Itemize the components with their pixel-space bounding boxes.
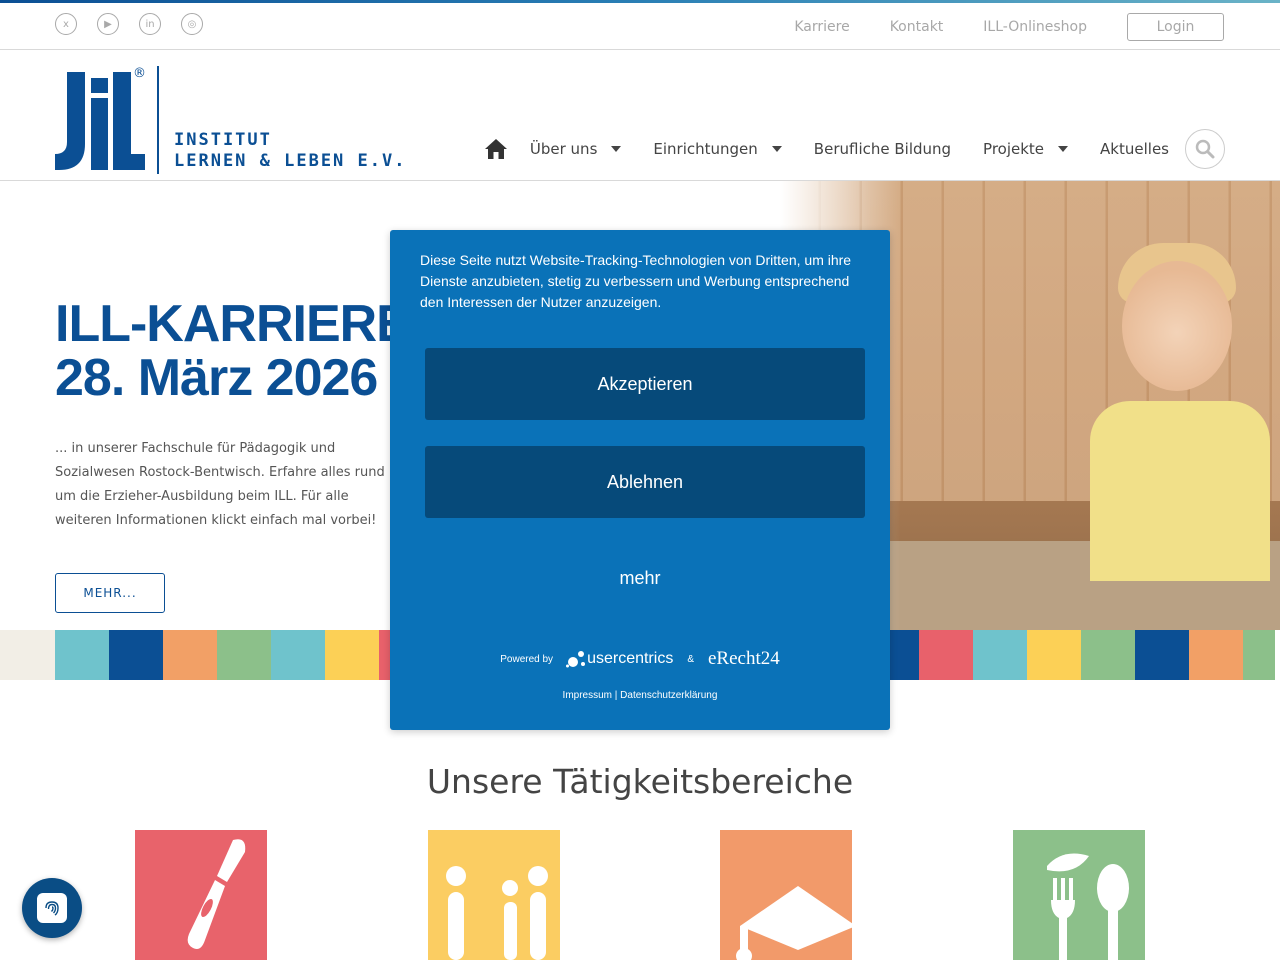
strip-square (1189, 630, 1243, 680)
privacy-settings-button[interactable] (22, 878, 82, 938)
strip-square (163, 630, 217, 680)
utility-bar: x ▶ in ◎ Karriere Kontakt ILL-Onlineshop… (0, 3, 1280, 50)
tile-family[interactable] (428, 830, 560, 960)
tile-nutrition[interactable] (1013, 830, 1145, 960)
hero-more-button[interactable]: MEHR... (55, 573, 165, 613)
nav-item-label: Projekte (983, 140, 1045, 158)
strip-square (1027, 630, 1081, 680)
erecht24-logo[interactable]: eRecht24 (708, 648, 780, 670)
nav-item-label: Über uns (529, 140, 598, 158)
nav-item-berufliche-bildung[interactable]: Berufliche Bildung (814, 140, 951, 158)
cookie-consent-dialog: Diese Seite nutzt Website-Tracking-Techn… (390, 230, 890, 730)
chevron-down-icon (1058, 146, 1069, 152)
linkedin-icon[interactable]: in (139, 13, 161, 35)
strip-square (325, 630, 379, 680)
doodle-image (0, 630, 55, 680)
nav-item-aktuelles[interactable]: Aktuelles (1100, 140, 1169, 158)
more-link[interactable]: mehr (390, 568, 890, 589)
chevron-down-icon (611, 146, 622, 152)
strip-square (919, 630, 973, 680)
hero-image-child-face (1122, 261, 1232, 391)
link-karriere[interactable]: Karriere (794, 19, 849, 35)
usercentrics-icon (566, 651, 586, 668)
social-links: x ▶ in ◎ (55, 13, 203, 35)
section-title: Unsere Tätigkeitsbereiche (426, 762, 854, 801)
logo-mark: ® (55, 66, 150, 174)
fingerprint-icon (37, 893, 67, 923)
graduation-cap-icon (736, 886, 852, 960)
nav-item-label: Berufliche Bildung (813, 140, 952, 158)
nav-item-label: Aktuelles (1100, 140, 1169, 158)
home-icon[interactable] (484, 138, 508, 160)
search-button[interactable] (1185, 129, 1225, 169)
logo-line-2: LERNEN & LEBEN E.V. (174, 151, 407, 171)
paintbrush-icon (187, 839, 246, 949)
logo-line-1: INSTITUT (174, 130, 272, 150)
cookie-legal-links[interactable]: Impressum | Datenschutzerklärung (390, 690, 890, 701)
usercentrics-logo[interactable]: usercentrics (565, 648, 673, 670)
hero-title-line-2: 28. März 2026 (55, 349, 378, 407)
ampersand: & (687, 653, 694, 665)
nav-item-ueber-uns[interactable]: Über uns (530, 140, 622, 158)
people-icon (446, 866, 548, 960)
strip-square (973, 630, 1027, 680)
fork-spoon-icon (1047, 853, 1129, 960)
link-kontakt[interactable]: Kontakt (890, 19, 944, 35)
utility-links: Karriere Kontakt ILL-Onlineshop Login (794, 13, 1224, 41)
nav-item-label: Einrichtungen (653, 140, 758, 158)
strip-square (55, 630, 109, 680)
activity-tiles (0, 830, 1280, 960)
tile-art[interactable] (135, 830, 267, 960)
strip-square (217, 630, 271, 680)
strip-square (271, 630, 325, 680)
hero-image-child-shirt (1090, 401, 1270, 581)
strip-square (1081, 630, 1135, 680)
strip-square (1243, 630, 1275, 680)
tile-education[interactable] (720, 830, 852, 960)
hero-title-line-1: ILL-KARRIERET (55, 295, 442, 353)
logo[interactable]: ® INSTITUT LERNEN & LEBEN E.V. (55, 66, 406, 174)
hero-title: ILL-KARRIERET 28. März 2026 (55, 295, 442, 407)
search-icon (1195, 139, 1215, 159)
header: ® INSTITUT LERNEN & LEBEN E.V. Über uns … (0, 51, 1280, 181)
nav-item-projekte[interactable]: Projekte (983, 140, 1069, 158)
registered-mark: ® (133, 66, 146, 81)
youtube-icon[interactable]: ▶ (97, 13, 119, 35)
strip-square (1135, 630, 1189, 680)
chevron-down-icon (771, 146, 782, 152)
decline-button[interactable]: Ablehnen (425, 446, 865, 518)
main-nav: Über uns Einrichtungen Berufliche Bildun… (484, 129, 1225, 169)
instagram-icon[interactable]: ◎ (181, 13, 203, 35)
powered-by-label: Powered by (500, 653, 554, 665)
cookie-consent-text: Diese Seite nutzt Website-Tracking-Techn… (420, 252, 852, 310)
logo-text: INSTITUT LERNEN & LEBEN E.V. (174, 130, 406, 174)
logo-divider (157, 66, 159, 174)
powered-by: Powered by usercentrics & eRecht24 (390, 648, 890, 670)
usercentrics-label: usercentrics (587, 650, 674, 667)
hero-description: ... in unserer Fachschule für Pädagogik … (55, 441, 385, 528)
accept-button[interactable]: Akzeptieren (425, 348, 865, 420)
login-button[interactable]: Login (1127, 13, 1224, 41)
nav-item-einrichtungen[interactable]: Einrichtungen (653, 140, 782, 158)
link-onlineshop[interactable]: ILL-Onlineshop (983, 19, 1087, 35)
xing-icon[interactable]: x (55, 13, 77, 35)
strip-square (109, 630, 163, 680)
